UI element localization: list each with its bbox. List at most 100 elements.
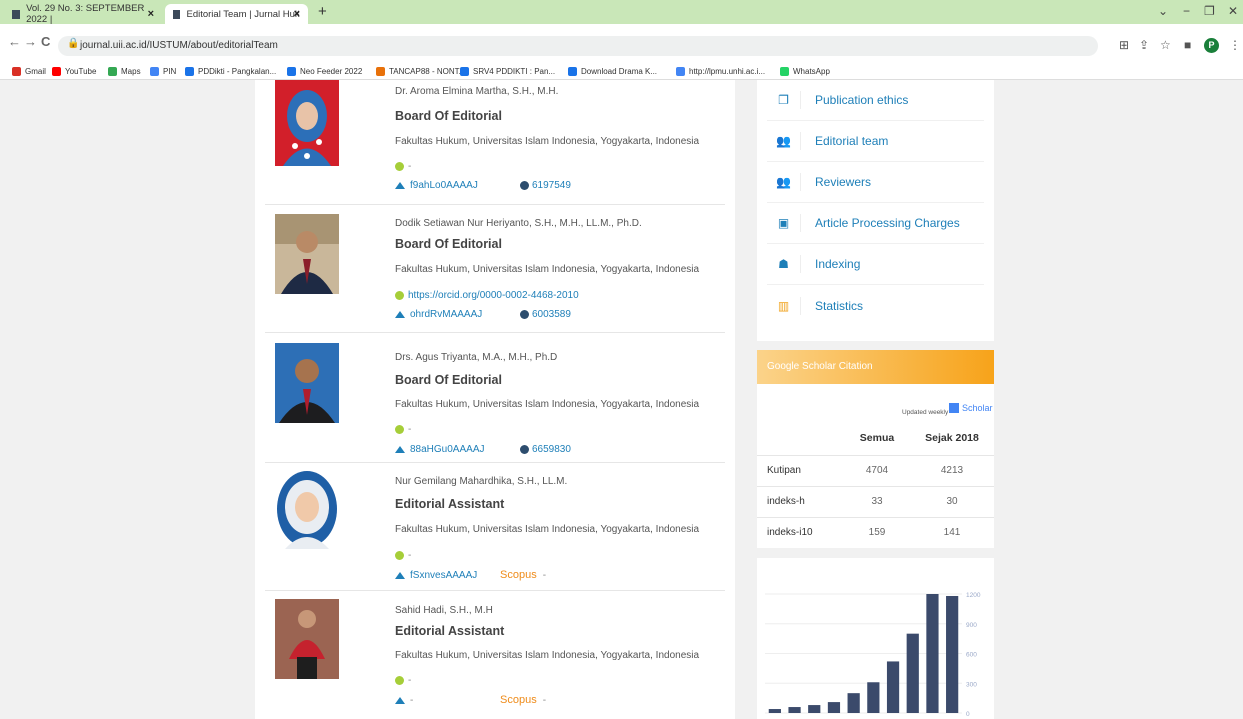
- sinta-link[interactable]: 6659830: [532, 444, 571, 455]
- copy-icon: ❐: [767, 91, 801, 109]
- member-affiliation: Fakultas Hukum, Universitas Islam Indone…: [395, 136, 700, 147]
- bookmark-item[interactable]: YouTube: [52, 64, 96, 78]
- chart-bar[interactable]: [808, 705, 821, 713]
- orcid-icon: [395, 162, 404, 171]
- sidepanel-icon[interactable]: ■: [1184, 38, 1191, 52]
- restore-button[interactable]: ❐: [1204, 4, 1215, 18]
- sinta-icon: [520, 181, 529, 190]
- member-name: Sahid Hadi, S.H., M.H: [395, 605, 493, 616]
- scopus-label[interactable]: Scopus: [500, 694, 537, 706]
- bookmark-star-icon[interactable]: ☆: [1160, 38, 1171, 52]
- member-photo: [275, 80, 339, 166]
- share-icon[interactable]: ⇪: [1139, 38, 1149, 52]
- chart-bar[interactable]: [847, 693, 860, 713]
- member-name: Nur Gemilang Mahardhika, S.H., LL.M.: [395, 476, 568, 487]
- orcid-icon: [395, 291, 404, 300]
- bookmark-item[interactable]: Maps: [108, 64, 141, 78]
- sidebar-item-indexing[interactable]: ☗ Indexing: [767, 244, 984, 285]
- member-orcid[interactable]: -: [395, 675, 411, 686]
- bookmark-item[interactable]: Neo Feeder 2022: [287, 64, 362, 78]
- sidebar-item-editorial-team[interactable]: 👥 Editorial team: [767, 121, 984, 162]
- member-card: Nur Gemilang Mahardhika, S.H., LL.M. Edi…: [265, 463, 725, 591]
- chart-bar[interactable]: [867, 682, 880, 713]
- member-name: Drs. Agus Triyanta, M.A., M.H., Ph.D: [395, 352, 558, 363]
- bar-chart-icon: ▥: [767, 296, 801, 315]
- bookmark-item[interactable]: TANCAP88 - NONT...: [376, 64, 465, 78]
- minimize-button[interactable]: −: [1183, 4, 1190, 18]
- bookmark-favicon-icon: [376, 66, 385, 76]
- bookmark-item[interactable]: PDDikti - Pangkalan...: [185, 64, 276, 78]
- bookmark-item[interactable]: SRV4 PDDIKTI : Pan...: [460, 64, 555, 78]
- lock-icon[interactable]: 🔒: [67, 38, 79, 49]
- member-orcid[interactable]: -: [395, 161, 411, 172]
- chart-bar[interactable]: [768, 709, 781, 713]
- scholar-link[interactable]: -: [410, 695, 500, 706]
- member-role: Board Of Editorial: [395, 373, 502, 387]
- member-photo: [275, 599, 339, 679]
- new-tab-button[interactable]: +: [318, 3, 327, 20]
- citation-chart-svg: 0 300 600 900 1200: [765, 592, 981, 718]
- menu-dots-icon[interactable]: ⋮: [1229, 38, 1241, 52]
- orcid-icon: [395, 425, 404, 434]
- chart-bar[interactable]: [926, 594, 939, 713]
- member-ids: 88aHGu0AAAAJ 6659830: [395, 444, 571, 455]
- bookmark-item[interactable]: http://lpmu.unhi.ac.i...: [676, 64, 765, 78]
- scholar-link[interactable]: ohrdRvMAAAAJ: [410, 309, 520, 320]
- page-content: Dr. Aroma Elmina Martha, S.H., M.H. Boar…: [0, 80, 1243, 719]
- member-orcid[interactable]: -: [395, 550, 411, 561]
- y-tick-label: 1200: [966, 592, 981, 599]
- editorial-team-panel: Dr. Aroma Elmina Martha, S.H., M.H. Boar…: [255, 80, 735, 719]
- scholar-link[interactable]: 88aHGu0AAAAJ: [410, 444, 520, 455]
- member-affiliation: Fakultas Hukum, Universitas Islam Indone…: [395, 524, 700, 535]
- scopus-label[interactable]: Scopus: [500, 569, 537, 581]
- close-icon[interactable]: ×: [294, 8, 300, 20]
- bookmark-item[interactable]: WhatsApp: [780, 64, 830, 78]
- scholar-link[interactable]: f9ahLo0AAAAJ: [410, 180, 520, 191]
- window-close-button[interactable]: ✕: [1228, 4, 1238, 18]
- bookmark-favicon-icon: [460, 66, 469, 76]
- sinta-link[interactable]: 6003589: [532, 309, 571, 320]
- translate-icon[interactable]: ⊞: [1119, 38, 1129, 52]
- sidebar-item-statistics[interactable]: ▥ Statistics: [767, 285, 984, 326]
- member-card: Dr. Aroma Elmina Martha, S.H., M.H. Boar…: [265, 80, 725, 205]
- profile-avatar[interactable]: P: [1204, 38, 1219, 53]
- bookmark-item[interactable]: PIN: [150, 64, 176, 78]
- sitemap-icon: ☗: [767, 255, 801, 273]
- google-scholar-icon: [395, 182, 405, 189]
- member-role: Board Of Editorial: [395, 109, 502, 123]
- url-text[interactable]: journal.uii.ac.id/IUSTUM/about/editorial…: [80, 40, 278, 51]
- money-icon: ▣: [767, 214, 801, 232]
- sinta-link[interactable]: 6197549: [532, 180, 571, 191]
- bookmark-item[interactable]: Gmail: [12, 64, 46, 78]
- chart-bar[interactable]: [827, 702, 841, 713]
- back-arrow-icon[interactable]: ←: [8, 34, 21, 49]
- table-row: Kutipan 4704 4213: [757, 455, 994, 482]
- tab-search-icon[interactable]: ⌄: [1158, 4, 1168, 18]
- scholar-link[interactable]: fSxnvesAAAAJ: [410, 570, 500, 581]
- chart-bar[interactable]: [946, 595, 959, 713]
- member-ids: f9ahLo0AAAAJ 6197549: [395, 180, 571, 191]
- member-orcid[interactable]: -: [395, 424, 411, 435]
- member-role: Board Of Editorial: [395, 237, 502, 251]
- forward-arrow-icon[interactable]: →: [24, 34, 37, 49]
- tab-title: Vol. 29 No. 3: SEPTEMBER 2022 |: [26, 3, 145, 25]
- member-name: Dodik Setiawan Nur Heriyanto, S.H., M.H.…: [395, 218, 642, 229]
- chart-bar[interactable]: [788, 707, 801, 713]
- scholar-citation-widget: Google Scholar Citation Updated weekly S…: [757, 350, 994, 548]
- bookmark-item[interactable]: Download Drama K...: [568, 64, 657, 78]
- chart-bar[interactable]: [906, 633, 919, 713]
- sidebar-item-publication-ethics[interactable]: ❐ Publication ethics: [767, 80, 984, 121]
- member-card: Dodik Setiawan Nur Heriyanto, S.H., M.H.…: [265, 206, 725, 333]
- chart-bar[interactable]: [886, 661, 900, 713]
- scholar-logo-icon: [949, 403, 959, 413]
- sidebar-item-reviewers[interactable]: 👥 Reviewers: [767, 162, 984, 203]
- tab-journal-volume[interactable]: Vol. 29 No. 3: SEPTEMBER 2022 | ×: [4, 3, 162, 25]
- sidebar-item-article-processing-charges[interactable]: ▣ Article Processing Charges: [767, 203, 984, 244]
- y-tick-label: 300: [966, 681, 977, 688]
- member-orcid[interactable]: https://orcid.org/0000-0002-4468-2010: [395, 290, 579, 301]
- bookmark-favicon-icon: [150, 66, 159, 76]
- google-scholar-logo[interactable]: Scholar: [949, 403, 993, 413]
- close-icon[interactable]: ×: [148, 8, 154, 20]
- tab-editorial-team[interactable]: Editorial Team | Jurnal Hukum IUS ×: [165, 4, 308, 24]
- reload-icon[interactable]: C: [41, 34, 50, 49]
